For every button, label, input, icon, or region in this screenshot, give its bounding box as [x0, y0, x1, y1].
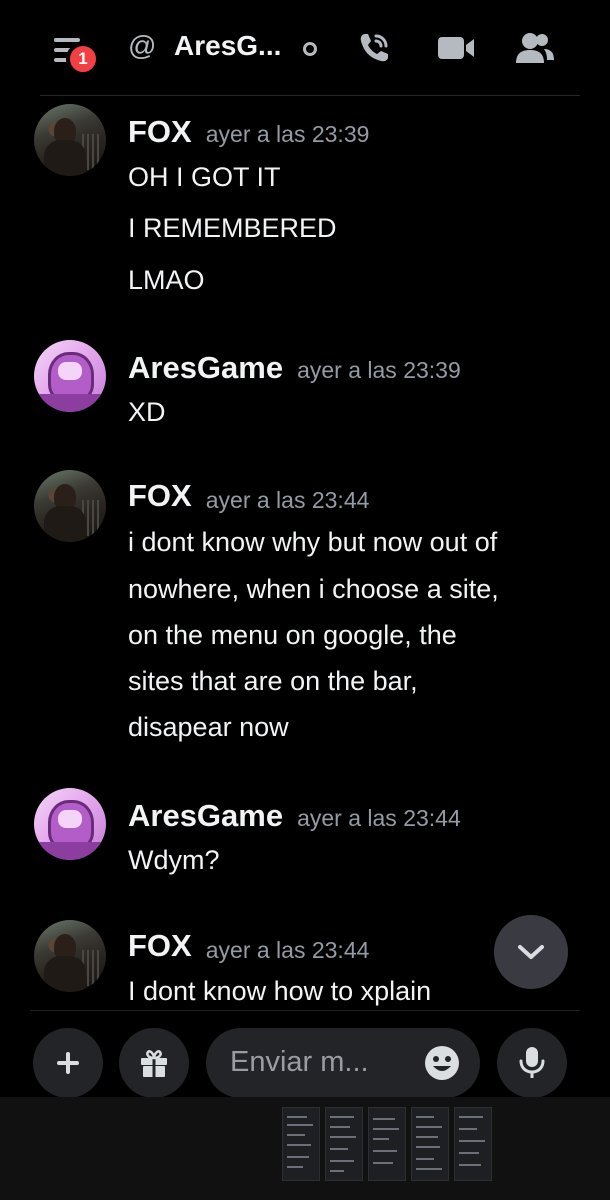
message-timestamp: ayer a las 23:39	[205, 121, 370, 147]
voice-message-button[interactable]	[497, 1028, 567, 1098]
message-line: XD	[128, 397, 166, 427]
message-composer: Enviar m...	[0, 1011, 610, 1098]
channel-title[interactable]: AresG...	[174, 30, 281, 62]
message-author[interactable]: FOX	[128, 928, 192, 964]
plus-icon	[57, 1052, 79, 1074]
message-author[interactable]: AresGame	[128, 350, 283, 386]
avatar[interactable]	[34, 104, 106, 176]
message-author[interactable]: AresGame	[128, 798, 283, 834]
message-timestamp: ayer a las 23:44	[297, 805, 461, 831]
thumbnail[interactable]	[411, 1107, 449, 1181]
message-timestamp: ayer a las 23:44	[205, 487, 370, 513]
notification-badge: 1	[66, 42, 100, 76]
avatar[interactable]	[34, 340, 106, 412]
image-strip	[0, 1097, 610, 1200]
chevron-down-icon	[518, 945, 544, 959]
offline-status-icon	[303, 42, 317, 56]
message-timestamp: ayer a las 23:44	[205, 937, 370, 963]
voice-call-button[interactable]	[352, 26, 396, 70]
thumbnail[interactable]	[454, 1107, 492, 1181]
message-line: disapear now	[128, 712, 289, 742]
video-call-button[interactable]	[434, 26, 478, 70]
gift-button[interactable]	[119, 1028, 189, 1098]
message-line: I REMEMBERED	[128, 213, 337, 243]
message-line: I dont know how to xplain	[128, 976, 432, 1006]
emoji-smile-icon	[425, 1046, 459, 1080]
avatar[interactable]	[34, 788, 106, 860]
emoji-button[interactable]	[422, 1043, 462, 1083]
channel-header: 1 @ AresG...	[0, 0, 610, 96]
thumbnail[interactable]	[325, 1107, 363, 1181]
add-attachment-button[interactable]	[33, 1028, 103, 1098]
avatar[interactable]	[34, 470, 106, 542]
message-line: OH I GOT IT	[128, 162, 281, 192]
message-line: on the menu on google, the	[128, 620, 457, 650]
message-author[interactable]: FOX	[128, 478, 192, 514]
message-line: i dont know why but now out of	[128, 527, 498, 557]
members-button[interactable]	[512, 26, 558, 70]
message-line: sites that are on the bar,	[128, 666, 418, 696]
thumbnail[interactable]	[282, 1107, 320, 1181]
scroll-to-bottom-button[interactable]	[494, 915, 568, 989]
message-input-placeholder: Enviar m...	[230, 1046, 369, 1078]
message-line: nowhere, when i choose a site,	[128, 574, 499, 604]
phone-call-icon	[360, 34, 388, 62]
microphone-icon	[519, 1047, 545, 1078]
message-input[interactable]: Enviar m...	[206, 1028, 480, 1098]
message-line: Wdym?	[128, 845, 220, 875]
thumbnail[interactable]	[368, 1107, 406, 1181]
at-sign-icon: @	[128, 30, 157, 61]
message-list[interactable]: FOX ayer a las 23:39 OH I GOT IT I REMEM…	[0, 96, 610, 1010]
message-timestamp: ayer a las 23:39	[297, 357, 461, 383]
video-camera-icon	[438, 37, 474, 59]
members-icon	[516, 33, 554, 63]
avatar[interactable]	[34, 920, 106, 992]
gift-icon	[141, 1050, 167, 1077]
message-author[interactable]: FOX	[128, 114, 192, 150]
message-line: LMAO	[128, 265, 205, 295]
